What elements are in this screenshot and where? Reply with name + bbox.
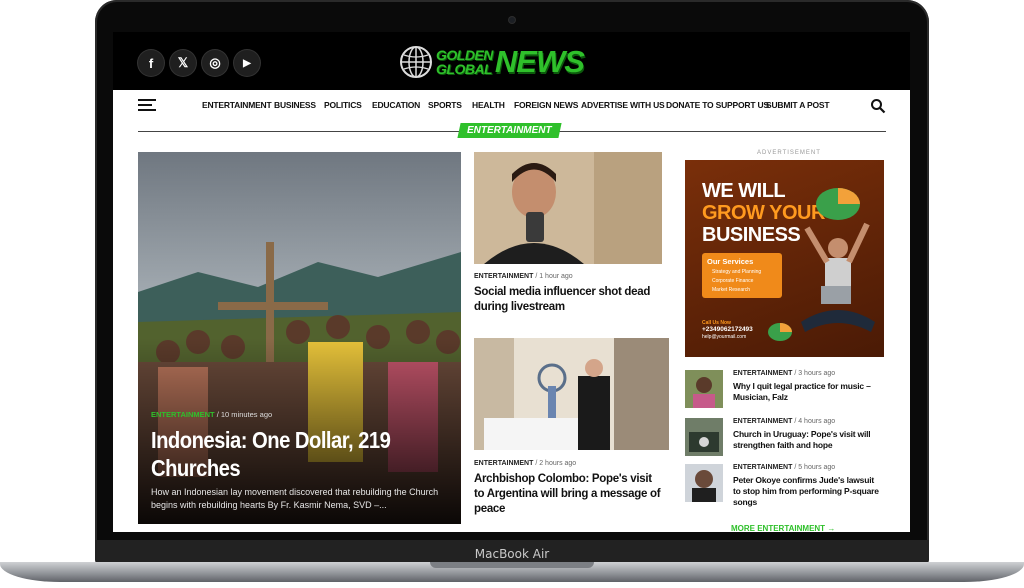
side-article-image [685,418,723,456]
article-image [474,152,662,264]
side-meta: ENTERTAINMENT / 5 hours ago [733,464,836,471]
side-article-image [685,370,723,408]
instagram-icon[interactable]: ◎ [202,50,228,76]
article-image [474,338,669,450]
nav-submit-post[interactable]: SUBMIT A POST [766,100,830,110]
x-icon[interactable]: 𝕏 [170,50,196,76]
arrow-right-icon: → [827,524,836,532]
site-logo[interactable]: GOLDEN GLOBAL NEWS [399,43,585,81]
nav-business[interactable]: BUSINESS [274,100,316,110]
side-meta: ENTERTAINMENT / 3 hours ago [733,370,836,377]
article-headline[interactable]: Archbishop Colombo: Pope's visit to Arge… [474,472,664,517]
side-headline[interactable]: Why I quit legal practice for music – Mu… [733,381,883,403]
page-content: ENTERTAINMENT BUSINESS POLITICS EDUCATIO… [113,90,910,532]
facebook-icon[interactable]: f [138,50,164,76]
side-article[interactable]: ENTERTAINMENT / 3 hours ago Why I quit l… [685,370,885,416]
nav-politics[interactable]: POLITICS [324,100,362,110]
more-entertainment-link[interactable]: MORE ENTERTAINMENT → [731,524,835,532]
ad-label: ADVERTISEMENT [757,150,821,156]
article-thumb[interactable] [474,338,669,450]
article-category[interactable]: ENTERTAINMENT [474,460,533,467]
advertisement[interactable]: WE WILL GROW YOUR BUSINESS Our Services … [685,160,884,357]
hero-title[interactable]: Indonesia: One Dollar, 219 Churches [151,426,415,482]
menu-icon[interactable] [138,99,156,113]
hero-excerpt: How an Indonesian lay movement discovere… [151,487,439,510]
nav-sports[interactable]: SPORTS [428,100,462,110]
side-article-image [685,464,723,502]
article-meta: ENTERTAINMENT / 1 hour ago [474,273,573,280]
nav-advertise[interactable]: ADVERTISE WITH US [581,100,665,110]
camera-icon [509,17,515,23]
globe-icon [400,46,432,78]
article-thumb[interactable] [474,152,662,264]
side-headline[interactable]: Church in Uruguay: Pope's visit will str… [733,429,883,451]
ad-contact: Call Us Now +2349062172493 help@yourmail… [702,320,753,340]
side-meta: ENTERTAINMENT / 4 hours ago [733,418,836,425]
article-headline[interactable]: Social media influencer shot dead during… [474,285,664,315]
device-label: MacBook Air [474,547,550,561]
hero-meta: ENTERTAINMENT / 10 minutes ago [151,410,273,419]
nav-health[interactable]: HEALTH [472,100,505,110]
ad-person-image [801,222,875,332]
hero-article[interactable]: ENTERTAINMENT / 10 minutes ago Indonesia… [138,152,461,524]
section-tag[interactable]: ENTERTAINMENT [457,123,562,138]
nav-entertainment[interactable]: ENTERTAINMENT [202,100,272,110]
nav-education[interactable]: EDUCATION [372,100,420,110]
article-category[interactable]: ENTERTAINMENT [474,273,533,280]
ad-services-box: Our Services Strategy and Planning Corpo… [702,253,782,298]
nav-foreign-news[interactable]: FOREIGN NEWS [514,100,578,110]
article-meta: ENTERTAINMENT / 2 hours ago [474,460,577,467]
hero-time: 10 minutes ago [220,410,273,419]
main-nav: ENTERTAINMENT BUSINESS POLITICS EDUCATIO… [138,90,886,122]
laptop-notch [430,562,594,568]
nav-donate[interactable]: DONATE TO SUPPORT US [666,100,769,110]
hero-category[interactable]: ENTERTAINMENT [151,410,215,419]
side-article[interactable]: ENTERTAINMENT / 5 hours ago Peter Okoye … [685,464,885,510]
screen: f 𝕏 ◎ ▶ GOLDEN GLOBAL NEWS ENTERTAINMENT… [113,32,910,532]
logo-text-news: NEWS [494,44,585,79]
article-time: 1 hour ago [539,273,573,280]
search-icon[interactable] [870,98,886,114]
site-header: f 𝕏 ◎ ▶ GOLDEN GLOBAL NEWS [113,32,910,90]
side-headline[interactable]: Peter Okoye confirms Jude's lawsuit to s… [733,475,883,508]
side-article[interactable]: ENTERTAINMENT / 4 hours ago Church in Ur… [685,418,885,464]
pie-chart-icon [768,323,792,341]
article-time: 2 hours ago [539,460,577,467]
logo-text-small: GOLDEN GLOBAL [436,47,493,77]
youtube-icon[interactable]: ▶ [234,50,260,76]
